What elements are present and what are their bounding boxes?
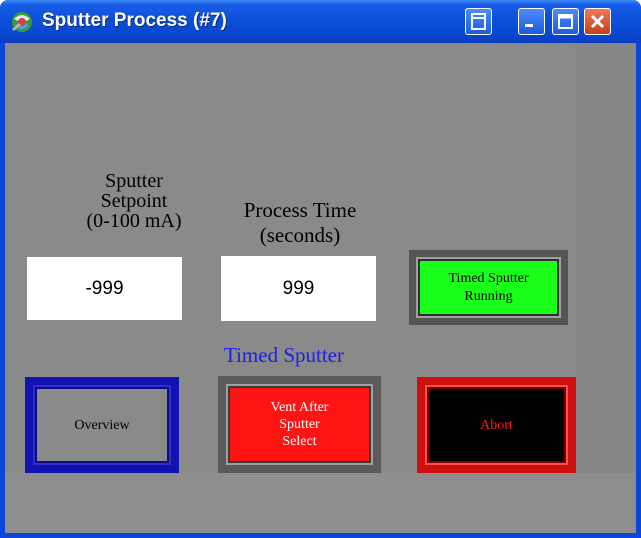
vent-after-sputter-button[interactable]: Vent After Sputter Select [218,376,381,473]
close-icon [590,14,605,29]
window-restore-icon [471,13,486,30]
setpoint-label: Sputter Setpoint (0-100 mA) [86,170,182,232]
panel-bottom-margin [5,473,636,533]
minimize-icon [525,24,533,27]
minimize-button[interactable] [518,8,545,35]
app-icon[interactable] [9,9,35,35]
title-bar[interactable]: Sputter Process (#7) [0,0,641,43]
abort-button[interactable]: Abort [417,377,576,473]
overview-button[interactable]: Overview [25,377,179,473]
abort-button-label: Abort [480,417,513,433]
panel-right-margin [575,43,636,473]
restore-sysmenu-button[interactable] [465,8,492,35]
vent-after-sputter-label: Vent After Sputter Select [270,400,329,449]
timed-sputter-status-indicator[interactable]: Timed Sputter Running [409,250,568,325]
setpoint-value-field[interactable]: -999 [27,257,182,320]
app-window: Sputter Process (#7) Sputter Setpoint (0… [0,0,641,538]
timed-sputter-section-label: Timed Sputter [224,343,344,367]
process-time-label: Process Time (seconds) [243,198,357,247]
overview-button-label: Overview [74,417,130,433]
window-title: Sputter Process (#7) [42,10,227,31]
maximize-button[interactable] [552,8,579,35]
process-time-value-field[interactable]: 999 [221,256,376,321]
maximize-icon [558,14,573,29]
close-button[interactable] [584,8,611,35]
window-client-area: Sputter Setpoint (0-100 mA) -999 Process… [5,43,636,533]
